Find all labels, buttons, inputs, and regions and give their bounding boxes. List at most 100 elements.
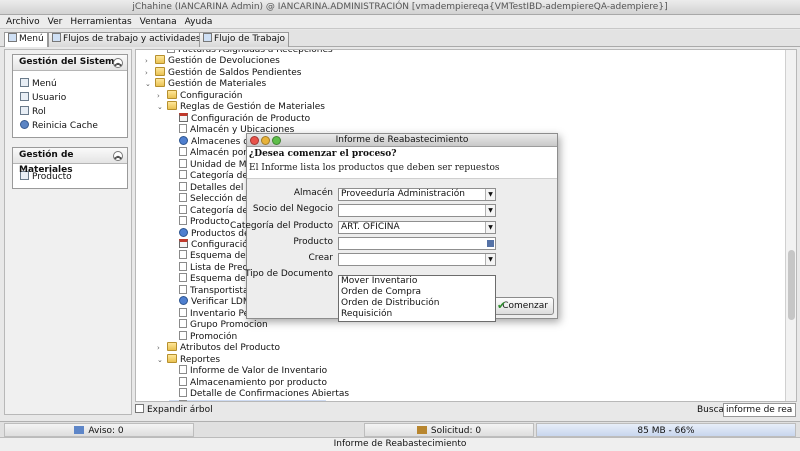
tab-menu-label: Menú <box>19 34 44 44</box>
tree-node[interactable]: Promoción <box>169 330 238 342</box>
shortcut-usuario[interactable]: Usuario <box>13 91 127 105</box>
chevron-down-icon[interactable]: ▼ <box>485 254 495 265</box>
option-mover-inventario[interactable]: Mover Inventario <box>339 276 495 287</box>
memory-status: 85 MB - 66% <box>536 423 796 437</box>
crear-select[interactable]: ▼ <box>338 253 496 266</box>
tree-node[interactable]: Facturas Asignadas a Recepciones <box>157 50 333 55</box>
chevron-right-icon[interactable]: › <box>145 56 153 67</box>
tree-scrollbar-thumb[interactable] <box>788 250 795 320</box>
shortcut-usuario-label: Usuario <box>32 93 67 103</box>
dialog-question: ¿Desea comenzar el proceso? <box>249 149 397 159</box>
shortcut-rol[interactable]: Rol <box>13 105 127 119</box>
chevron-down-icon[interactable]: ⌄ <box>157 355 165 366</box>
collapse-icon[interactable]: ︽ <box>113 58 123 68</box>
document-icon <box>179 399 187 401</box>
tab-menu[interactable]: Menú <box>4 32 48 47</box>
lookup-icon[interactable] <box>487 240 494 247</box>
tree-node[interactable]: Verificar LDM <box>169 296 251 307</box>
chevron-right-icon[interactable]: › <box>145 68 153 79</box>
chevron-right-icon[interactable]: › <box>157 91 165 102</box>
tree-node[interactable]: Transportista <box>169 284 249 296</box>
tree-node[interactable]: › Atributos del Producto <box>157 342 280 353</box>
tree-node[interactable]: ⌄ Reportes <box>157 353 220 366</box>
tree-node[interactable]: Producto <box>169 216 230 227</box>
menu-archivo[interactable]: Archivo <box>0 15 44 29</box>
tree-scrollbar[interactable] <box>785 50 796 401</box>
shortcut-menu[interactable]: Menú <box>13 77 127 91</box>
document-icon <box>179 273 187 283</box>
tree-node[interactable]: Configuración de Producto <box>169 112 310 124</box>
producto-lookup[interactable] <box>338 237 496 250</box>
crear-label: Crear <box>308 253 333 263</box>
folder-icon <box>167 353 177 363</box>
menu-ver[interactable]: Ver <box>44 15 67 29</box>
memory-status-label: 85 MB - 66% <box>637 426 695 436</box>
categoria-select[interactable]: ART. OFICINA ▼ <box>338 221 496 234</box>
tree-node[interactable]: Informe de Valor de Inventario <box>169 365 327 376</box>
menu-herramientas[interactable]: Herramientas <box>66 15 135 29</box>
almacen-select[interactable]: Proveeduría Administración ▼ <box>338 188 496 201</box>
expand-tree-toggle[interactable]: Expandir árbol <box>135 404 213 417</box>
tree-node[interactable]: Informe de Reabastecimiento <box>169 399 326 401</box>
tree-node-label: Almacenamiento por producto <box>190 377 327 388</box>
document-icon <box>179 388 187 398</box>
tree-node-label: Promoción <box>190 331 238 342</box>
tree-node-label: Verificar LDM <box>191 297 251 308</box>
globe-icon <box>179 135 188 145</box>
chevron-right-icon[interactable]: › <box>157 343 165 354</box>
tree-node-label: Reglas de Gestión de Materiales <box>180 102 325 113</box>
document-icon <box>179 307 187 317</box>
chevron-down-icon[interactable]: ▼ <box>485 222 495 233</box>
tree-node[interactable]: › Configuración <box>157 89 242 102</box>
menu-icon <box>8 33 17 42</box>
start-button[interactable]: ✔ Comenzar <box>492 297 554 315</box>
document-icon <box>179 216 187 226</box>
tree-node[interactable]: Unidad de Med <box>169 158 258 170</box>
minimize-icon[interactable] <box>261 136 270 145</box>
collapse-icon[interactable]: ︽ <box>113 151 123 161</box>
tree-node[interactable]: ⌄ Gestión de Materiales <box>145 78 266 89</box>
folder-icon <box>155 55 165 65</box>
solicitud-status[interactable]: Solicitud: 0 <box>364 423 534 437</box>
document-icon <box>179 365 187 375</box>
menu-ayuda[interactable]: Ayuda <box>181 15 217 29</box>
tab-workflow-activities[interactable]: Flujos de trabajo y actividades.: 0 <box>48 32 220 47</box>
search-input[interactable]: informe de rea <box>723 403 796 417</box>
shortcut-reinicia-cache[interactable]: Reinicia Cache <box>13 119 127 133</box>
chevron-down-icon[interactable]: ▼ <box>485 189 495 200</box>
almacen-label: Almacén <box>293 188 333 198</box>
tree-node[interactable]: Grupo Promocion <box>169 319 268 330</box>
option-orden-distribucion[interactable]: Orden de Distribución <box>339 298 495 309</box>
tree-node[interactable]: Almacenamiento por producto <box>169 376 327 388</box>
tree-node-label: Transportista <box>190 285 249 296</box>
menubar: Archivo Ver Herramientas Ventana Ayuda <box>0 15 800 29</box>
almacen-value: Proveeduría Administración <box>341 189 465 199</box>
status-bar: Aviso: 0 Solicitud: 0 85 MB - 66% <box>0 421 800 437</box>
aviso-status[interactable]: Aviso: 0 <box>4 423 194 437</box>
footer-status: Informe de Reabastecimiento <box>0 437 800 451</box>
chevron-down-icon[interactable]: ⌄ <box>145 79 153 90</box>
tab-workflow-activities-label: Flujos de trabajo y actividades.: 0 <box>63 34 216 44</box>
tree-node[interactable]: Detalle de Confirmaciones Abiertas <box>169 388 349 399</box>
chevron-down-icon[interactable]: ▼ <box>485 205 495 216</box>
tipo-documento-label: Tipo de Documento <box>244 269 333 279</box>
zoom-icon[interactable] <box>272 136 281 145</box>
tree-node[interactable]: › Gestión de Devoluciones <box>145 55 280 66</box>
aviso-status-label: Aviso: 0 <box>88 426 124 436</box>
chevron-down-icon[interactable]: ⌄ <box>157 102 165 113</box>
shortcut-reinicia-cache-label: Reinicia Cache <box>32 121 98 131</box>
socio-select[interactable]: ▼ <box>338 204 496 217</box>
request-icon <box>416 426 427 434</box>
window-title: jChahine (IANCARINA Admin) @ IANCARINA.A… <box>0 0 800 15</box>
tab-workflow[interactable]: Flujo de Trabajo <box>199 32 289 47</box>
expand-tree-checkbox[interactable] <box>135 404 144 413</box>
tree-node-label: Grupo Promocion <box>190 320 268 331</box>
option-requisicion[interactable]: Requisición <box>339 309 495 320</box>
option-orden-compra[interactable]: Orden de Compra <box>339 287 495 298</box>
close-icon[interactable] <box>250 136 259 145</box>
menu-ventana[interactable]: Ventana <box>136 15 181 29</box>
group-gestion-materiales-title: Gestión de Materiales <box>19 150 74 175</box>
tree-node[interactable]: › Gestión de Saldos Pendientes <box>145 66 301 79</box>
tree-node[interactable]: ⌄ Reglas de Gestión de Materiales <box>157 101 325 112</box>
tree-node-label: Gestión de Materiales <box>168 79 267 90</box>
